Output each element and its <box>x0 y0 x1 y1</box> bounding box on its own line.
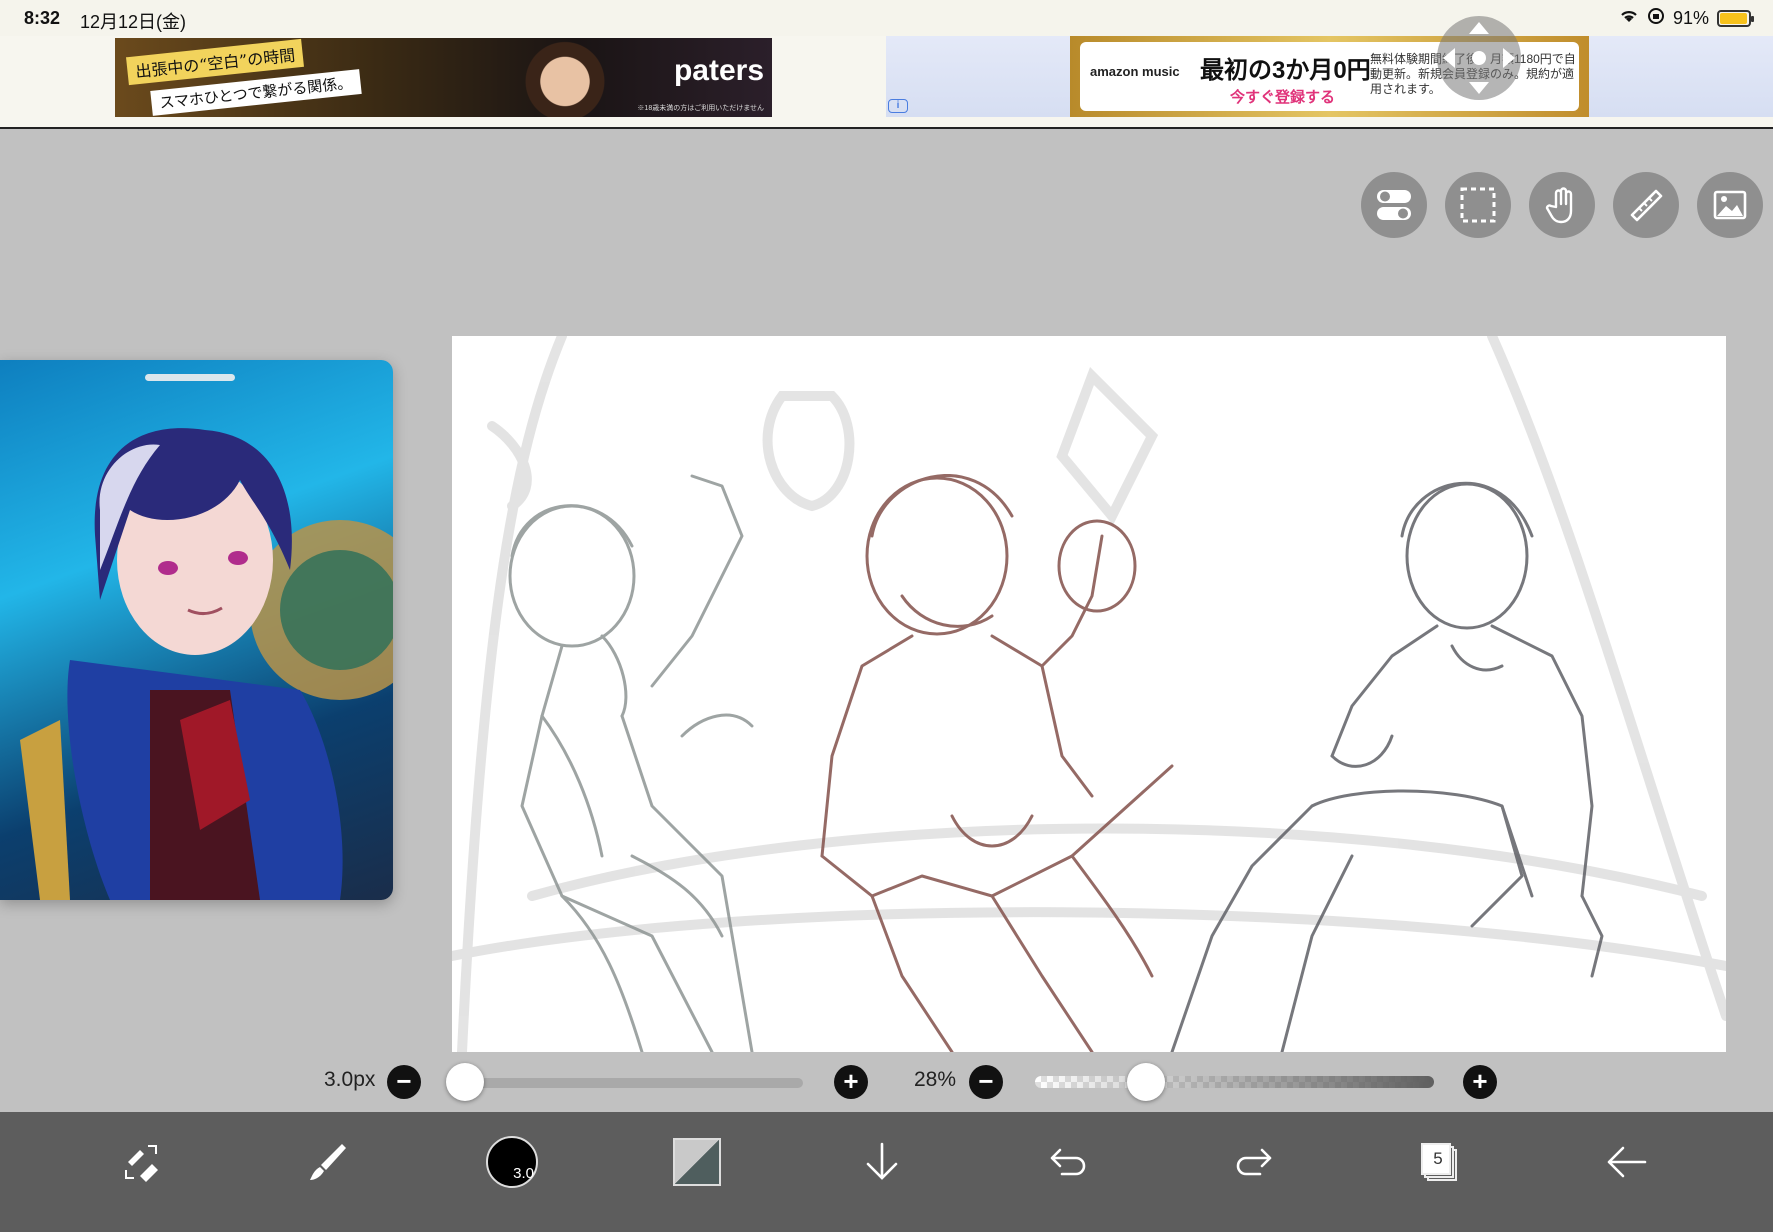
brush-icon <box>310 1144 346 1180</box>
brush-tool-button[interactable] <box>278 1112 378 1212</box>
ruler-tool-button[interactable] <box>1613 172 1679 238</box>
ad-cta: 今すぐ登録する <box>1230 89 1336 106</box>
ad-info-icon[interactable]: i <box>888 99 908 113</box>
status-right: 91% <box>1619 7 1754 30</box>
brush-size-decrease-button[interactable]: − <box>387 1065 421 1099</box>
brush-size-button[interactable]: 3.0 <box>462 1112 562 1212</box>
status-time: 8:32 <box>24 8 61 28</box>
opacity-increase-button[interactable]: + <box>1463 1065 1497 1099</box>
layers-button[interactable]: 5 <box>1390 1112 1490 1212</box>
reference-illustration <box>20 428 393 900</box>
brush-size-slider-track[interactable] <box>463 1078 803 1088</box>
wifi-icon <box>1619 8 1639 29</box>
arrow-left-icon <box>1607 1146 1647 1178</box>
move-handle[interactable] <box>1437 16 1521 100</box>
status-date: 12月12日(金) <box>80 12 187 32</box>
back-button[interactable] <box>1577 1112 1677 1212</box>
arrow-down-icon <box>866 1142 898 1180</box>
layers-count: 5 <box>1433 1149 1443 1168</box>
brush-size-value: 3.0px <box>324 1068 376 1091</box>
drag-handle[interactable] <box>145 374 235 381</box>
ad-spacer <box>1589 36 1773 117</box>
ad-photo <box>490 38 640 117</box>
ruler-icon <box>1630 189 1663 222</box>
ad-brand: paters <box>673 54 764 87</box>
download-button[interactable] <box>832 1112 932 1212</box>
brush-size-slider-thumb[interactable] <box>446 1063 484 1101</box>
ad-paters[interactable]: 出張中の“空白”の時間 スマホひとつで繋がる関係。 paters ※18歳未満の… <box>115 38 772 117</box>
dashed-selection-icon <box>1460 187 1496 223</box>
tool-switch-button[interactable] <box>92 1112 192 1212</box>
image-tool-button[interactable] <box>1697 172 1763 238</box>
toggle-tool-button[interactable] <box>1361 172 1427 238</box>
color-button[interactable] <box>647 1112 747 1212</box>
redo-button[interactable] <box>1204 1112 1304 1212</box>
undo-icon <box>1050 1148 1086 1176</box>
layers-icon: 5 <box>1421 1143 1459 1181</box>
sketch-artwork <box>452 336 1726 1052</box>
selection-tool-button[interactable] <box>1445 172 1511 238</box>
redo-icon <box>1236 1148 1272 1176</box>
undo-button[interactable] <box>1018 1112 1118 1212</box>
brush-size-indicator-label: 3.0 <box>513 1165 534 1182</box>
image-icon <box>1713 190 1747 220</box>
slider-row: 3.0px − + 28% − + <box>0 1052 1773 1112</box>
opacity-slider-track[interactable] <box>1035 1076 1434 1088</box>
ad-headline: 最初の3か月0円 <box>1200 57 1371 84</box>
ad-logo: amazon music <box>1090 64 1180 79</box>
rotation-lock-icon <box>1647 7 1665 30</box>
ad-fine-print: ※18歳未満の方はご利用いただけません <box>637 105 764 112</box>
drawing-canvas[interactable] <box>452 336 1726 1052</box>
hand-tool-button[interactable] <box>1529 172 1595 238</box>
battery-icon <box>1717 10 1754 27</box>
pen-eraser-swap-icon <box>125 1145 158 1182</box>
color-swatch <box>673 1138 721 1186</box>
toggle-switch-icon <box>1377 190 1411 220</box>
ad-spacer <box>886 36 1070 117</box>
opacity-value: 28% <box>914 1068 957 1091</box>
opacity-slider-thumb[interactable] <box>1127 1063 1165 1101</box>
opacity-decrease-button[interactable]: − <box>969 1065 1003 1099</box>
brush-size-indicator: 3.0 <box>486 1136 538 1188</box>
four-arrows-icon <box>1443 22 1515 94</box>
battery-percent: 91% <box>1672 8 1709 28</box>
reference-image-panel[interactable] <box>0 360 393 900</box>
hand-icon <box>1545 187 1573 224</box>
bottom-toolbar: 3.0 5 <box>0 1112 1773 1232</box>
brush-size-increase-button[interactable]: + <box>834 1065 868 1099</box>
